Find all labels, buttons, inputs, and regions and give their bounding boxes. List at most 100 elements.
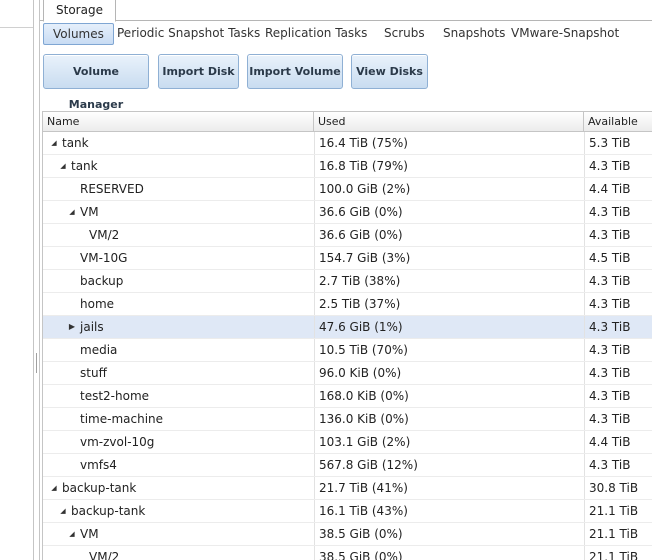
- table-row[interactable]: VM/2 38.5 GiB (0%) 21.1 TiB: [43, 546, 652, 560]
- tab-snapshots[interactable]: Snapshots: [439, 22, 509, 44]
- volumes-tree-grid: Name Used Available ◢ tank 16.4 TiB (75%) 5…: [42, 111, 652, 560]
- table-row[interactable]: VM-10G 154.7 GiB (3%) 4.5 TiB: [43, 247, 652, 270]
- name-cell: media: [43, 339, 314, 361]
- available-cell: 4.4 TiB: [584, 431, 652, 453]
- import-volume-button[interactable]: Import Volume: [247, 54, 343, 89]
- name-cell: vm-zvol-10g: [43, 431, 314, 453]
- tab-replication-tasks[interactable]: Replication Tasks: [261, 22, 371, 44]
- available-cell: 4.3 TiB: [584, 224, 652, 246]
- available-cell: 21.1 TiB: [584, 500, 652, 522]
- storage-panel: Storage Volumes Periodic Snapshot Tasks …: [39, 0, 652, 560]
- table-row[interactable]: vm-zvol-10g 103.1 GiB (2%) 4.4 TiB: [43, 431, 652, 454]
- available-cell: 21.1 TiB: [584, 523, 652, 545]
- table-row[interactable]: vmfs4 567.8 GiB (12%) 4.3 TiB: [43, 454, 652, 477]
- volume-toolbar: Volume Manager Import Disk Import Volume…: [43, 54, 652, 111]
- used-cell: 136.0 KiB (0%): [314, 408, 584, 430]
- name-cell: backup: [43, 270, 314, 292]
- table-row[interactable]: VM/2 36.6 GiB (0%) 4.3 TiB: [43, 224, 652, 247]
- used-cell: 168.0 KiB (0%): [314, 385, 584, 407]
- triangle-right-icon[interactable]: ▶: [67, 316, 77, 338]
- name-cell: ◢ VM: [43, 523, 314, 545]
- triangle-down-icon[interactable]: ◢: [58, 155, 68, 177]
- used-cell: 36.6 GiB (0%): [314, 201, 584, 223]
- triangle-down-icon[interactable]: ◢: [58, 500, 68, 522]
- used-cell: 16.4 TiB (75%): [314, 132, 584, 154]
- used-cell: 100.0 GiB (2%): [314, 178, 584, 200]
- available-cell: 4.5 TiB: [584, 247, 652, 269]
- name-cell: test2-home: [43, 385, 314, 407]
- tab-storage[interactable]: Storage: [43, 0, 116, 22]
- grid-rows: ◢ tank 16.4 TiB (75%) 5.3 TiB ◢ tank 16.8 TiB …: [43, 132, 652, 560]
- column-header-available[interactable]: Available: [584, 112, 652, 131]
- table-row[interactable]: RESERVED 100.0 GiB (2%) 4.4 TiB: [43, 178, 652, 201]
- table-row[interactable]: ▶ jails 47.6 GiB (1%) 4.3 TiB: [43, 316, 652, 339]
- name-cell: ◢ backup-tank: [43, 477, 314, 499]
- table-row[interactable]: backup 2.7 TiB (38%) 4.3 TiB: [43, 270, 652, 293]
- row-name-label: RESERVED: [80, 182, 144, 196]
- table-row[interactable]: test2-home 168.0 KiB (0%) 4.3 TiB: [43, 385, 652, 408]
- table-row[interactable]: ◢ tank 16.8 TiB (79%) 4.3 TiB: [43, 155, 652, 178]
- column-header-name[interactable]: Name: [43, 112, 314, 131]
- volume-manager-button[interactable]: Volume Manager: [43, 54, 149, 111]
- import-disk-button[interactable]: Import Disk: [158, 54, 239, 89]
- available-cell: 4.3 TiB: [584, 339, 652, 361]
- used-cell: 16.8 TiB (79%): [314, 155, 584, 177]
- tab-vmware-snapshot[interactable]: VMware-Snapshot: [507, 22, 623, 44]
- triangle-down-icon[interactable]: ◢: [67, 523, 77, 545]
- name-cell: ◢ tank: [43, 132, 314, 154]
- name-cell: ▶ jails: [43, 316, 314, 338]
- row-name-label: backup-tank: [62, 481, 137, 495]
- tree-divider: [0, 27, 33, 28]
- tab-scrubs[interactable]: Scrubs: [380, 22, 429, 44]
- available-cell: 4.3 TiB: [584, 293, 652, 315]
- used-cell: 103.1 GiB (2%): [314, 431, 584, 453]
- row-name-label: media: [80, 343, 118, 357]
- used-cell: 47.6 GiB (1%): [314, 316, 584, 338]
- triangle-down-icon[interactable]: ◢: [49, 132, 59, 154]
- tab-periodic-snapshot-tasks[interactable]: Periodic Snapshot Tasks: [113, 22, 264, 44]
- available-cell: 5.3 TiB: [584, 132, 652, 154]
- available-cell: 4.3 TiB: [584, 316, 652, 338]
- table-row[interactable]: media 10.5 TiB (70%) 4.3 TiB: [43, 339, 652, 362]
- used-cell: 21.7 TiB (41%): [314, 477, 584, 499]
- row-name-label: VM/2: [89, 228, 120, 242]
- used-cell: 10.5 TiB (70%): [314, 339, 584, 361]
- row-name-label: vmfs4: [80, 458, 117, 472]
- table-row[interactable]: ◢ backup-tank 21.7 TiB (41%) 30.8 TiB: [43, 477, 652, 500]
- available-cell: 30.8 TiB: [584, 477, 652, 499]
- splitter-grip[interactable]: [36, 353, 37, 373]
- triangle-down-icon[interactable]: ◢: [49, 477, 59, 499]
- used-cell: 96.0 KiB (0%): [314, 362, 584, 384]
- row-name-label: vm-zvol-10g: [80, 435, 155, 449]
- row-name-label: backup: [80, 274, 124, 288]
- row-name-label: VM-10G: [80, 251, 128, 265]
- table-row[interactable]: ◢ tank 16.4 TiB (75%) 5.3 TiB: [43, 132, 652, 155]
- used-cell: 36.6 GiB (0%): [314, 224, 584, 246]
- used-cell: 2.5 TiB (37%): [314, 293, 584, 315]
- row-name-label: test2-home: [80, 389, 150, 403]
- available-cell: 4.3 TiB: [584, 362, 652, 384]
- available-cell: 4.3 TiB: [584, 408, 652, 430]
- row-name-label: time-machine: [80, 412, 164, 426]
- available-cell: 4.3 TiB: [584, 270, 652, 292]
- used-cell: 567.8 GiB (12%): [314, 454, 584, 476]
- table-row[interactable]: stuff 96.0 KiB (0%) 4.3 TiB: [43, 362, 652, 385]
- name-cell: VM-10G: [43, 247, 314, 269]
- used-cell: 2.7 TiB (38%): [314, 270, 584, 292]
- grid-header: Name Used Available: [43, 112, 652, 132]
- table-row[interactable]: home 2.5 TiB (37%) 4.3 TiB: [43, 293, 652, 316]
- table-row[interactable]: ◢ VM 36.6 GiB (0%) 4.3 TiB: [43, 201, 652, 224]
- name-cell: ◢ tank: [43, 155, 314, 177]
- available-cell: 4.3 TiB: [584, 201, 652, 223]
- column-header-used[interactable]: Used: [314, 112, 584, 131]
- view-disks-button[interactable]: View Disks: [351, 54, 428, 89]
- table-row[interactable]: time-machine 136.0 KiB (0%) 4.3 TiB: [43, 408, 652, 431]
- available-cell: 4.3 TiB: [584, 155, 652, 177]
- row-name-label: tank: [62, 136, 89, 150]
- triangle-down-icon[interactable]: ◢: [67, 201, 77, 223]
- storage-sub-tabs: Volumes Periodic Snapshot Tasks Replicat…: [43, 22, 652, 46]
- tab-volumes[interactable]: Volumes: [43, 23, 114, 45]
- row-name-label: stuff: [80, 366, 107, 380]
- table-row[interactable]: ◢ VM 38.5 GiB (0%) 21.1 TiB: [43, 523, 652, 546]
- table-row[interactable]: ◢ backup-tank 16.1 TiB (43%) 21.1 TiB: [43, 500, 652, 523]
